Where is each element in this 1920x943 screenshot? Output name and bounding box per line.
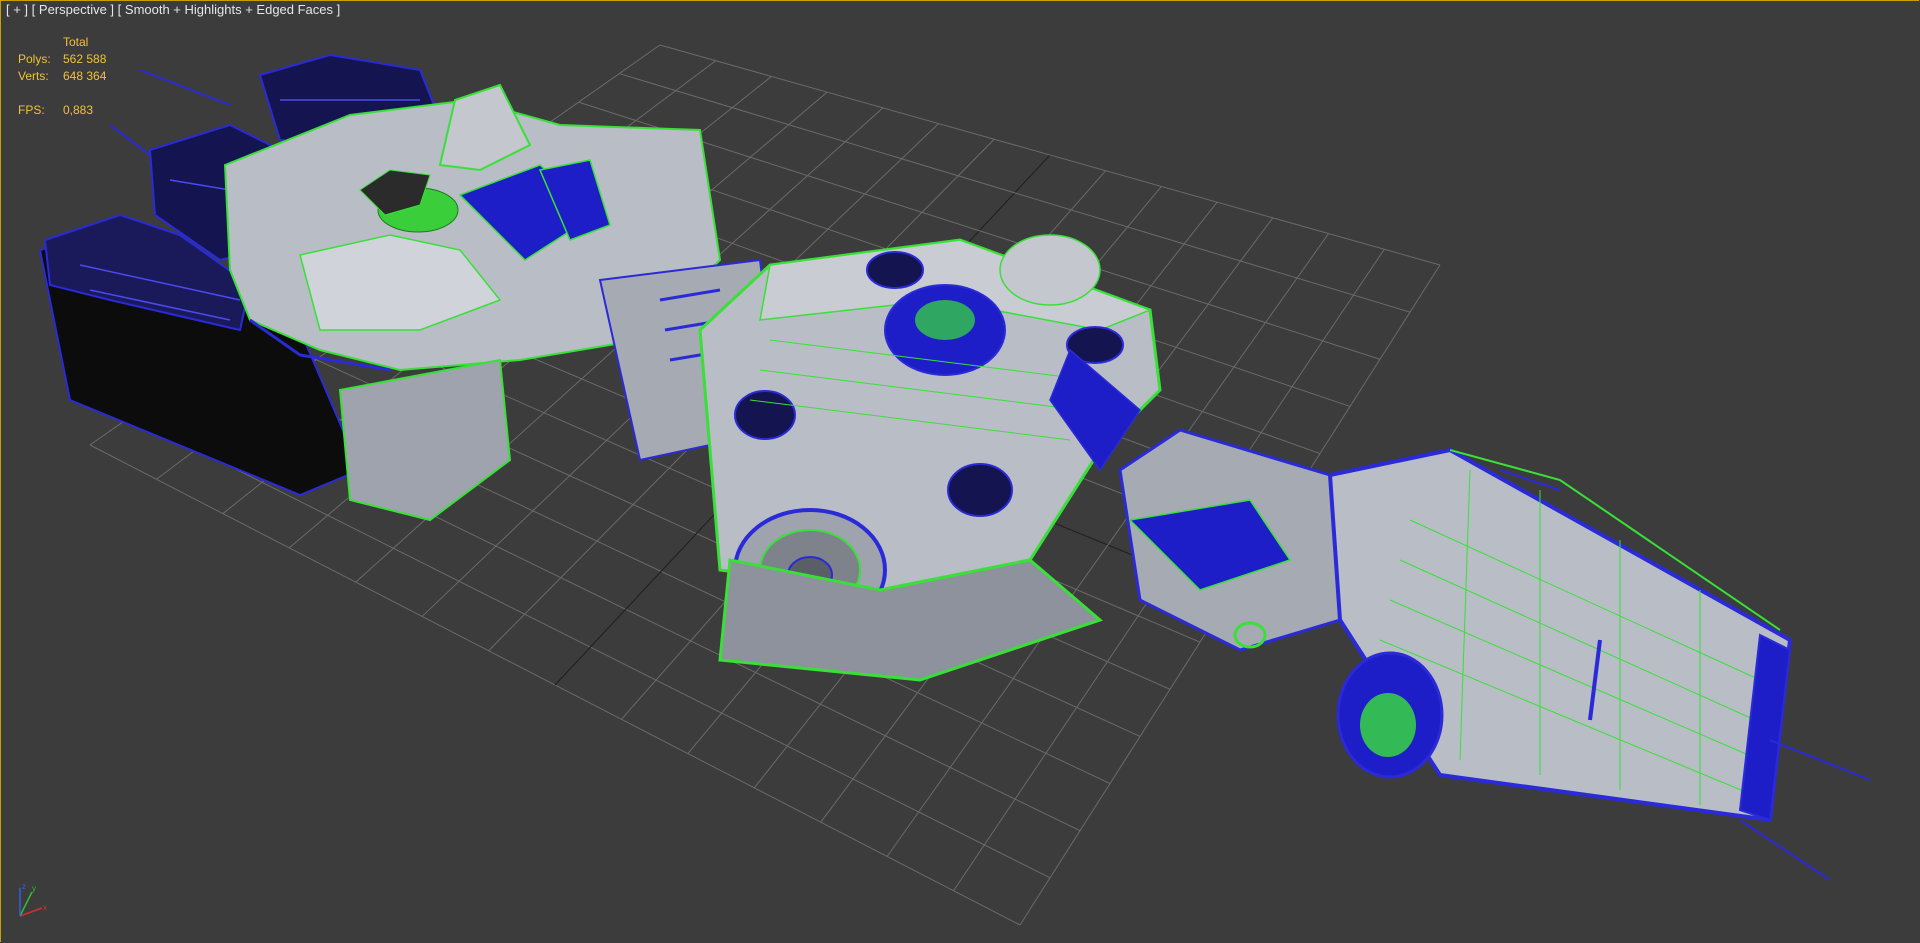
verts-value: 648 364 xyxy=(63,69,107,83)
polys-label: Polys: xyxy=(18,52,51,66)
viewport-statistics: Total Polys: 562 588 Verts: 648 364 FPS:… xyxy=(18,34,106,119)
viewport-menu-plus[interactable]: [ + ] xyxy=(6,2,28,17)
fps-row: FPS: 0,883 xyxy=(18,102,106,119)
axis-z-label: z xyxy=(22,882,26,891)
viewport-menu-shading[interactable]: [ Smooth + Highlights + Edged Faces ] xyxy=(118,2,341,17)
verts-label: Verts: xyxy=(18,69,49,83)
polys-value: 562 588 xyxy=(63,52,107,66)
verts-row: Verts: 648 364 xyxy=(18,68,106,85)
viewport-menu-view[interactable]: [ Perspective ] xyxy=(32,2,114,17)
front-section xyxy=(1118,428,1793,823)
stats-header: Total xyxy=(63,35,89,49)
scene-canvas[interactable] xyxy=(0,0,1920,943)
axis-tripod-icon: x y z xyxy=(19,882,47,917)
polys-row: Polys: 562 588 xyxy=(18,51,106,68)
axis-x-label: x xyxy=(43,903,47,912)
viewport-label[interactable]: [ + ] [ Perspective ] [ Smooth + Highlig… xyxy=(6,2,340,17)
perspective-viewport[interactable]: [ + ] [ Perspective ] [ Smooth + Highlig… xyxy=(0,0,1920,943)
grid-line xyxy=(659,44,1441,266)
central-module xyxy=(698,234,1162,682)
axis-y-label: y xyxy=(32,884,36,893)
fps-label: FPS: xyxy=(18,103,45,117)
fps-value: 0,883 xyxy=(63,103,94,117)
